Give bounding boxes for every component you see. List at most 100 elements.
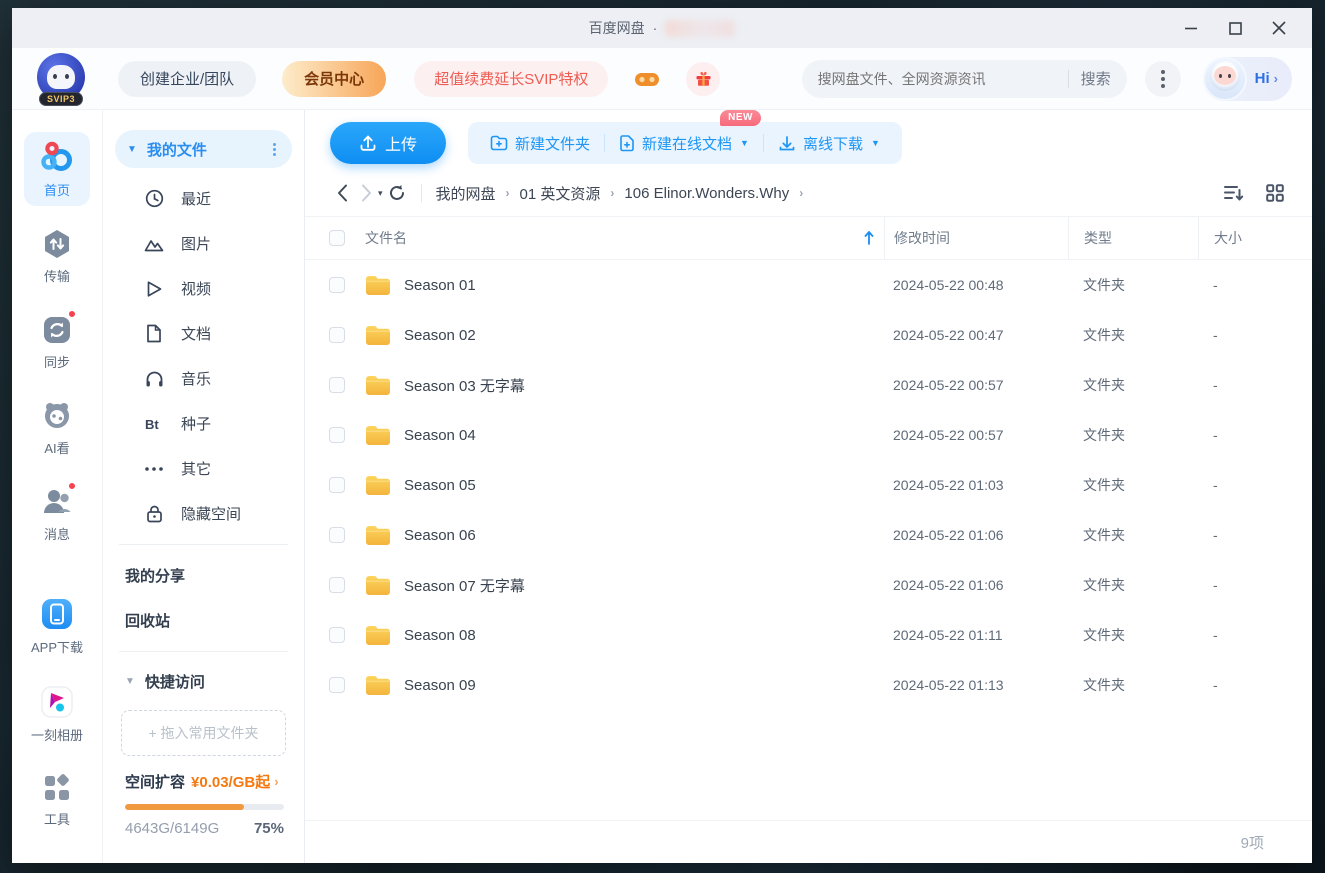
sort-order-button[interactable] (1224, 184, 1244, 202)
table-row[interactable]: Season 02 2024-05-22 00:47 文件夹 - (305, 310, 1312, 360)
nav-item-my-shares[interactable]: 我的分享 (103, 553, 304, 598)
upload-button[interactable]: 上传 (330, 122, 446, 164)
search-input[interactable] (817, 70, 1056, 87)
lock-icon (143, 504, 165, 523)
breadcrumb-item[interactable]: 我的网盘 (436, 183, 496, 204)
rail-item-app-download[interactable]: APP下载 (24, 589, 90, 663)
storage-section: 空间扩容 ¥0.03/GB起 › 4643G/6149G 75% (103, 771, 304, 863)
collapse-triangle-icon[interactable]: ▼ (127, 144, 137, 155)
row-checkbox[interactable] (329, 527, 345, 543)
file-modified-time: 2024-05-22 00:47 (893, 327, 1004, 343)
account-logo[interactable]: SVIP3 (34, 52, 88, 106)
breadcrumb-bar: ▾ 我的网盘 › 01 英文资源 › 106 Elinor.Wonders.Wh… (305, 170, 1312, 216)
nav-item-videos[interactable]: 视频 (103, 266, 304, 311)
maximize-button[interactable] (1220, 15, 1250, 41)
rail-item-ai-view[interactable]: AI看 (24, 392, 90, 464)
row-checkbox[interactable] (329, 377, 345, 393)
nav-item-hidden-space[interactable]: 隐藏空间 (103, 491, 304, 536)
column-header-name[interactable]: 文件名 (365, 228, 407, 248)
file-name[interactable]: Season 03 无字幕 (404, 360, 884, 410)
rail-item-yike-album[interactable]: 一刻相册 (24, 677, 90, 751)
file-name[interactable]: Season 04 (404, 410, 884, 460)
forward-button[interactable] (354, 181, 378, 205)
table-row[interactable]: Season 04 2024-05-22 00:57 文件夹 - (305, 410, 1312, 460)
game-center-button[interactable] (630, 62, 664, 96)
row-checkbox[interactable] (329, 427, 345, 443)
rail-item-sync[interactable]: 同步 (24, 306, 90, 378)
grid-view-button[interactable] (1266, 184, 1284, 202)
sort-ascending-icon[interactable] (864, 231, 874, 245)
nav-item-torrents[interactable]: Bt 种子 (103, 401, 304, 446)
rail-item-transfer[interactable]: 传输 (24, 220, 90, 292)
row-checkbox[interactable] (329, 677, 345, 693)
nav-item-recent[interactable]: 最近 (103, 176, 304, 221)
messages-icon (41, 486, 73, 518)
nav-item-label: 视频 (181, 281, 212, 298)
user-profile-button[interactable]: Hi › (1202, 56, 1292, 101)
file-name[interactable]: Season 08 (404, 610, 884, 660)
file-name[interactable]: Season 07 无字幕 (404, 560, 884, 610)
search-box[interactable]: 搜索 (801, 59, 1127, 98)
column-header-type[interactable]: 类型 (1084, 228, 1112, 248)
nav-item-music[interactable]: 音乐 (103, 356, 304, 401)
svip-promo-button[interactable]: 超值续费延长SVIP特权 (414, 60, 609, 97)
row-checkbox[interactable] (329, 477, 345, 493)
minimize-button[interactable] (1176, 15, 1206, 41)
nav-item-pictures[interactable]: 图片 (103, 221, 304, 266)
divider (119, 544, 288, 545)
folder-icon (365, 274, 391, 296)
table-row[interactable]: Season 03 无字幕 2024-05-22 00:57 文件夹 - (305, 360, 1312, 410)
storage-upgrade-link[interactable]: 空间扩容 ¥0.03/GB起 › (125, 771, 284, 792)
drop-folder-zone[interactable]: + 拖入常用文件夹 (121, 710, 286, 756)
file-modified-time: 2024-05-22 00:48 (893, 277, 1004, 293)
member-center-button[interactable]: 会员中心 (282, 60, 387, 97)
file-name[interactable]: Season 06 (404, 510, 884, 560)
rail-item-label: APP下载 (30, 640, 83, 655)
history-caret-icon[interactable]: ▾ (378, 188, 383, 199)
table-row[interactable]: Season 08 2024-05-22 01:11 文件夹 - (305, 610, 1312, 660)
row-checkbox[interactable] (329, 277, 345, 293)
create-team-button[interactable]: 创建企业/团队 (118, 60, 257, 97)
refresh-button[interactable] (385, 181, 409, 205)
folder-icon (365, 524, 391, 546)
rail-item-home[interactable]: 首页 (24, 132, 90, 206)
close-button[interactable] (1264, 15, 1294, 41)
rail-item-messages[interactable]: 消息 (24, 478, 90, 550)
table-row[interactable]: Season 09 2024-05-22 01:13 文件夹 - (305, 660, 1312, 710)
table-footer: 9项 (305, 820, 1312, 863)
new-online-doc-button[interactable]: NEW 新建在线文档 ▼ (605, 110, 763, 164)
gift-button[interactable] (686, 61, 721, 96)
file-name[interactable]: Season 09 (404, 660, 884, 710)
row-checkbox[interactable] (329, 327, 345, 343)
row-checkbox[interactable] (329, 627, 345, 643)
file-browser-main: 上传 新建文件夹 NEW 新建在线文档 ▼ 离线下载 ▼ ▾ 我的网盘 › 01… (305, 110, 1312, 863)
table-row[interactable]: Season 07 无字幕 2024-05-22 01:06 文件夹 - (305, 560, 1312, 610)
offline-download-button[interactable]: 离线下载 ▼ (764, 122, 894, 164)
table-row[interactable]: Season 06 2024-05-22 01:06 文件夹 - (305, 510, 1312, 560)
table-row[interactable]: Season 05 2024-05-22 01:03 文件夹 - (305, 460, 1312, 510)
file-name[interactable]: Season 01 (404, 260, 884, 310)
breadcrumb-item[interactable]: 01 英文资源 (520, 183, 601, 204)
rail-item-tools[interactable]: 工具 (24, 765, 90, 835)
row-checkbox[interactable] (329, 577, 345, 593)
file-name[interactable]: Season 02 (404, 310, 884, 360)
breadcrumb-item[interactable]: 106 Elinor.Wonders.Why (624, 185, 789, 202)
quick-access-header[interactable]: ▼ 快捷访问 (103, 660, 304, 702)
nav-item-recycle-bin[interactable]: 回收站 (103, 598, 304, 643)
nav-item-documents[interactable]: 文档 (103, 311, 304, 356)
nav-item-other[interactable]: 其它 (103, 446, 304, 491)
table-row[interactable]: Season 01 2024-05-22 00:48 文件夹 - (305, 260, 1312, 310)
nav-my-files[interactable]: ▼ 我的文件 (115, 130, 292, 168)
search-button[interactable]: 搜索 (1081, 68, 1111, 89)
divider (119, 651, 288, 652)
more-menu-button[interactable] (1144, 60, 1181, 97)
new-folder-button[interactable]: 新建文件夹 (476, 122, 604, 164)
back-button[interactable] (330, 181, 354, 205)
select-all-checkbox[interactable] (329, 230, 345, 246)
column-header-size[interactable]: 大小 (1214, 228, 1242, 248)
file-name[interactable]: Season 05 (404, 460, 884, 510)
my-files-kebab-icon[interactable] (269, 142, 280, 156)
offline-download-label: 离线下载 (802, 135, 863, 153)
column-header-time[interactable]: 修改时间 (894, 228, 950, 248)
nav-item-label: 图片 (181, 236, 212, 253)
